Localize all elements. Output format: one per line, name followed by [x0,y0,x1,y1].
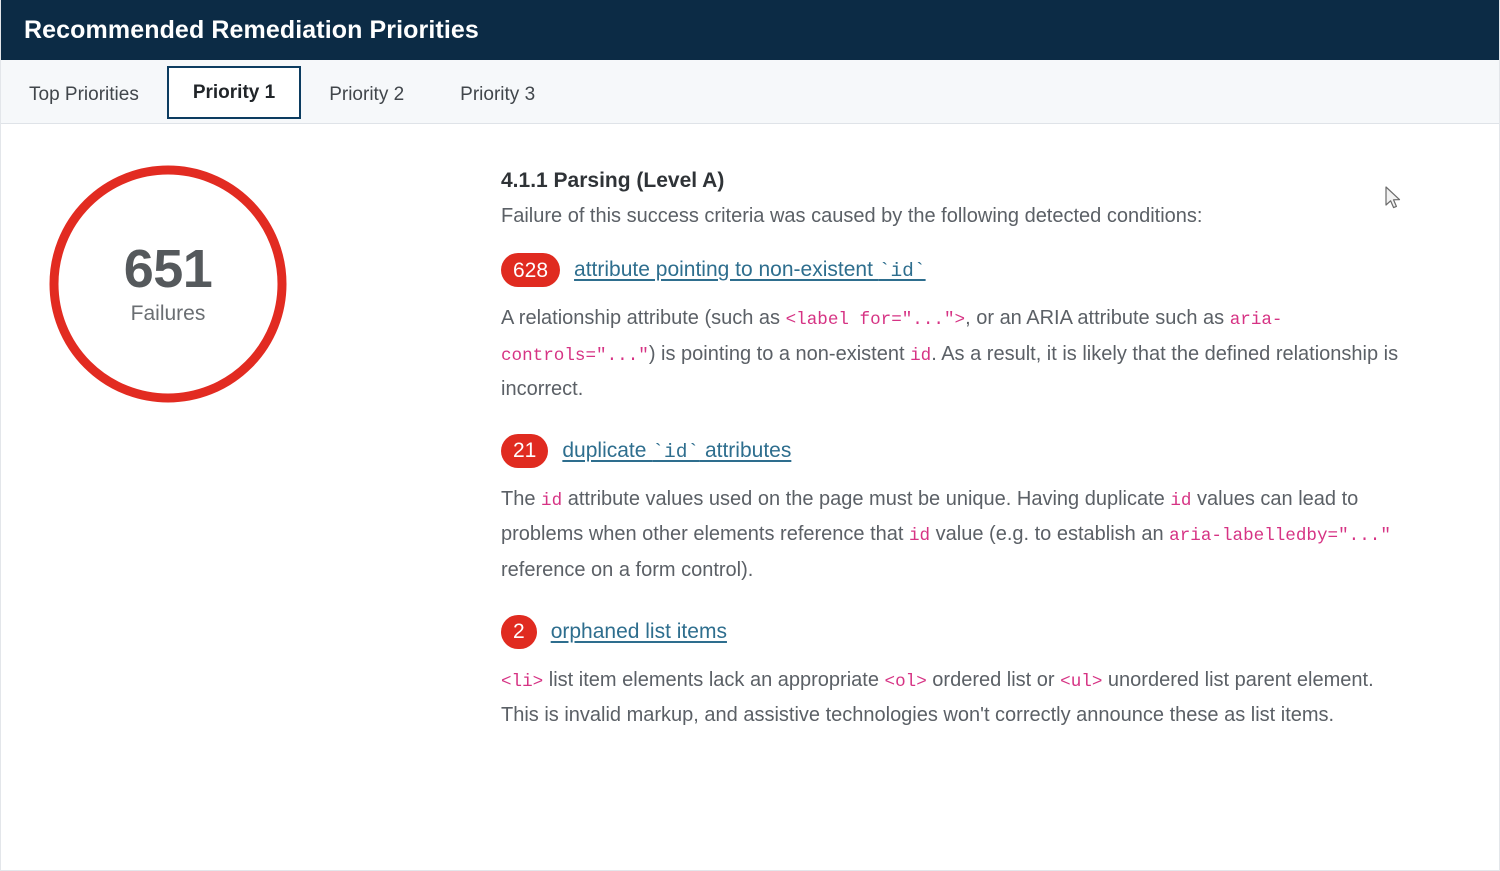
code-span: id [1170,491,1191,511]
code-span: <label for="..."> [786,310,966,330]
tab-priority-3[interactable]: Priority 3 [432,66,563,123]
condition-description: <li> list item elements lack an appropri… [501,663,1406,734]
text-span: ordered list or [927,669,1060,691]
code-span: <ul> [1060,672,1102,692]
condition-item: 628 attribute pointing to non-existent `i… [501,253,1406,408]
page-header: Recommended Remediation Priorities [0,0,1500,60]
condition-link-text-suffix: attributes [699,439,791,462]
tab-label: Priority 2 [329,85,404,104]
condition-link-code: `id` [879,260,926,282]
text-span: list item elements lack an appropriate [543,669,884,691]
text-span: The [501,488,541,510]
condition-link[interactable]: orphaned list items [551,620,727,644]
conditions-list: 628 attribute pointing to non-existent `i… [501,253,1406,734]
condition-description: A relationship attribute (such as <label… [501,301,1406,408]
tab-bar: Top Priorities Priority 1 Priority 2 Priori… [1,60,1499,124]
condition-link-text: orphaned list items [551,620,727,643]
code-span: <ol> [885,672,927,692]
condition-header: 21 duplicate `id` attributes [501,434,1406,468]
failures-gauge-column: 651 Failures [1,124,501,760]
code-span: aria-labelledby="..." [1169,526,1391,546]
failures-gauge: 651 Failures [48,164,288,404]
failures-count: 651 [124,242,213,297]
condition-link[interactable]: attribute pointing to non-existent `id` [574,258,926,282]
code-span: id [541,491,562,511]
text-span: A relationship attribute (such as [501,307,786,329]
condition-header: 628 attribute pointing to non-existent `i… [501,253,1406,287]
tab-priority-1[interactable]: Priority 1 [167,66,301,119]
tab-label: Top Priorities [29,85,139,104]
text-span: , or an ARIA attribute such as [965,307,1230,329]
condition-link-text: attribute pointing to non-existent [574,258,879,281]
success-criterion-title: 4.1.1 Parsing (Level A) [501,169,1406,193]
text-span: reference on a form control). [501,559,753,581]
condition-description: The id attribute values used on the page… [501,482,1406,589]
page-title: Recommended Remediation Priorities [24,16,479,45]
failures-label: Failures [131,302,206,326]
main-content: 651 Failures 4.1.1 Parsing (Level A) Fai… [1,124,1499,760]
condition-count-badge: 628 [501,253,560,287]
tab-priority-2[interactable]: Priority 2 [301,66,432,123]
gauge-text-group: 651 Failures [48,164,288,404]
condition-link-code: `id` [652,441,699,463]
code-span: <li> [501,672,543,692]
tab-top-priorities[interactable]: Top Priorities [1,66,167,123]
tab-label: Priority 3 [460,85,535,104]
criterion-intro-text: Failure of this success criteria was cau… [501,202,1406,231]
condition-link-text: duplicate [562,439,652,462]
condition-item: 21 duplicate `id` attributes The id attrib… [501,434,1406,589]
criterion-detail-column: 4.1.1 Parsing (Level A) Failure of this … [501,124,1461,760]
remediation-priorities-card: Recommended Remediation Priorities Top P… [0,0,1500,871]
condition-item: 2 orphaned list items <li> list item eleme… [501,615,1406,734]
condition-link[interactable]: duplicate `id` attributes [562,439,791,463]
text-span: value (e.g. to establish an [930,523,1169,545]
code-span: id [909,526,930,546]
condition-count-badge: 2 [501,615,537,649]
condition-header: 2 orphaned list items [501,615,1406,649]
condition-count-badge: 21 [501,434,548,468]
text-span: ) is pointing to a non-existent [649,343,910,365]
code-span: id [910,346,931,366]
tab-label: Priority 1 [193,83,275,102]
text-span: attribute values used on the page must b… [562,488,1170,510]
